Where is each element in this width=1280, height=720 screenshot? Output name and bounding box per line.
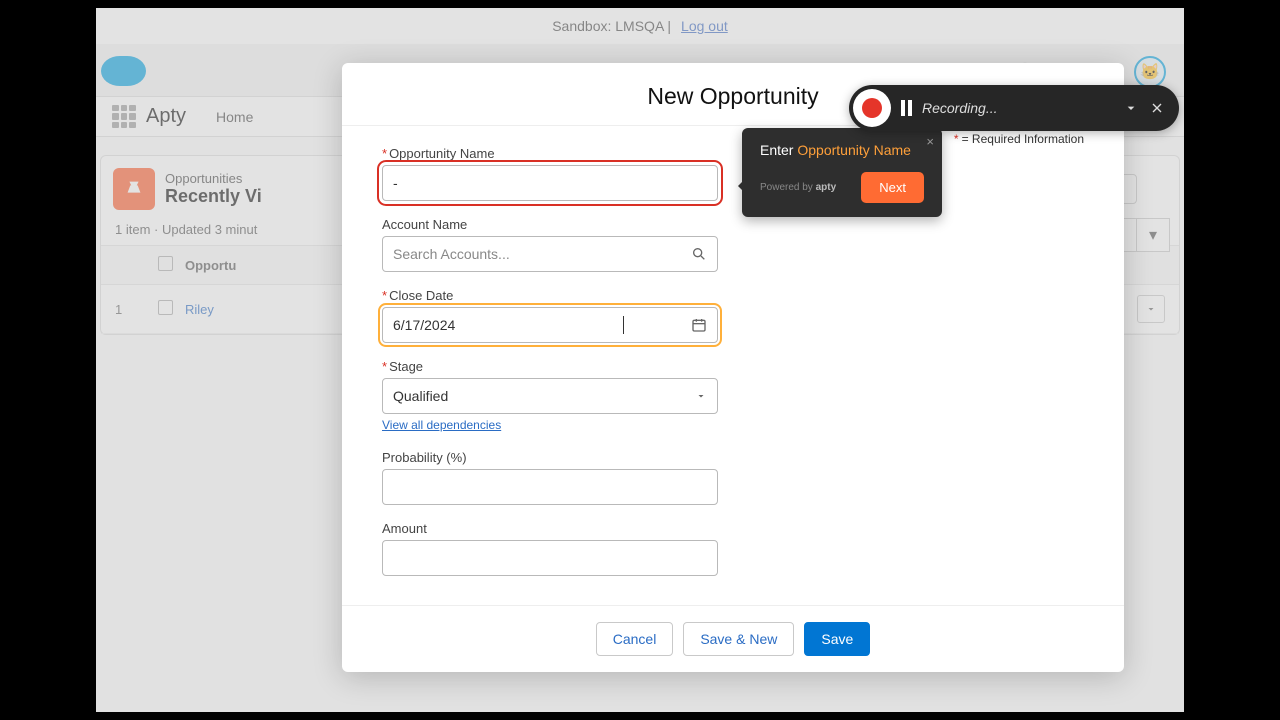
recording-status: Recording...: [922, 100, 1113, 116]
tooltip-powered-by: Powered by apty: [760, 182, 836, 193]
dropdown-icon: [695, 390, 707, 402]
close-date-label: *Close Date: [382, 288, 718, 303]
pause-button[interactable]: [901, 100, 912, 116]
stage-select[interactable]: Qualified: [382, 378, 718, 414]
cancel-button[interactable]: Cancel: [596, 622, 674, 656]
calendar-icon[interactable]: [691, 317, 707, 333]
amount-input[interactable]: [382, 540, 718, 576]
account-name-input[interactable]: Search Accounts...: [382, 236, 718, 272]
modal-footer: Cancel Save & New Save: [342, 605, 1124, 672]
new-opportunity-modal: New Opportunity ◉ = Required Information…: [342, 63, 1124, 672]
chevron-down-icon[interactable]: [1123, 100, 1139, 116]
tooltip-next-button[interactable]: Next: [861, 172, 924, 203]
text-cursor: [623, 316, 624, 334]
required-info-label: = Required Information: [954, 132, 1084, 146]
stage-label: *Stage: [382, 359, 718, 374]
tooltip-highlight: Opportunity Name: [797, 142, 911, 158]
tooltip-close-icon[interactable]: ×: [926, 134, 934, 149]
guidance-tooltip: × Enter Opportunity Name Powered by apty…: [742, 128, 942, 217]
account-name-label: Account Name: [382, 217, 718, 232]
tooltip-text: Enter: [760, 142, 797, 158]
view-dependencies-link[interactable]: View all dependencies: [382, 418, 501, 432]
close-date-input[interactable]: 6/17/2024: [382, 307, 718, 343]
recording-bar: Recording...: [849, 85, 1179, 131]
probability-input[interactable]: [382, 469, 718, 505]
amount-label: Amount: [382, 521, 718, 536]
save-and-new-button[interactable]: Save & New: [683, 622, 794, 656]
record-icon: [862, 98, 882, 118]
close-icon[interactable]: [1149, 100, 1165, 116]
search-icon[interactable]: [691, 246, 707, 262]
record-button[interactable]: [853, 89, 891, 127]
opportunity-name-input[interactable]: -: [382, 165, 718, 201]
save-button[interactable]: Save: [804, 622, 870, 656]
opportunity-name-label: *Opportunity Name: [382, 146, 718, 161]
probability-label: Probability (%): [382, 450, 718, 465]
